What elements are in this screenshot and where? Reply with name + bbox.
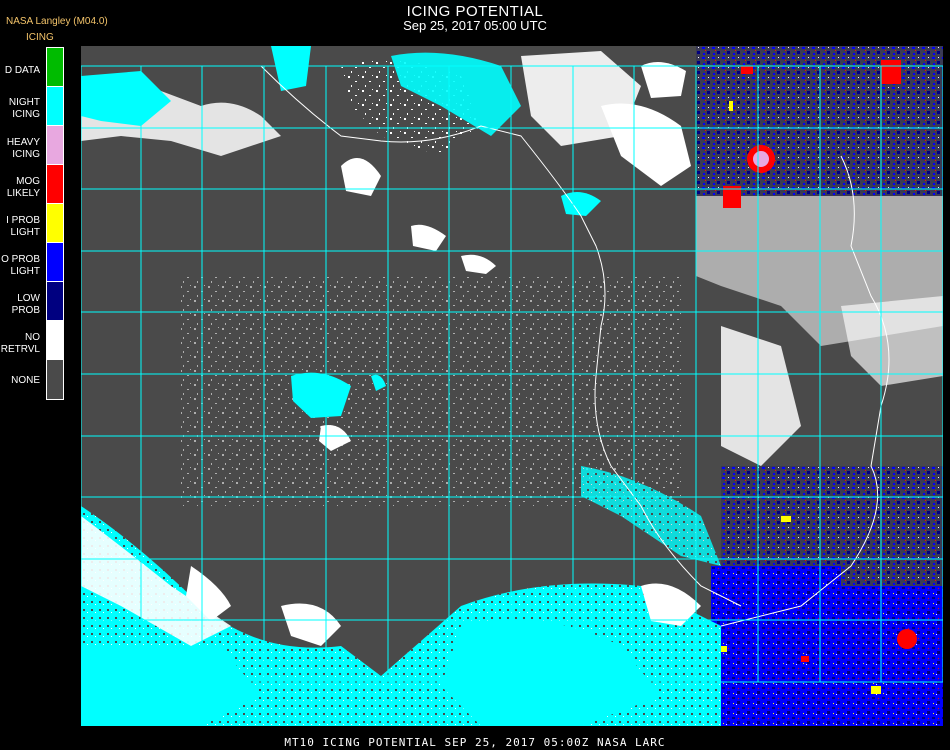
legend-label-none: NONE	[11, 375, 40, 386]
legend-swatch-no-data	[46, 47, 64, 87]
legend-swatch-no-retrieval	[46, 320, 64, 360]
legend-swatch-low-prob	[46, 281, 64, 321]
footer-caption: MT10 ICING POTENTIAL SEP 25, 2017 05:00Z…	[284, 736, 666, 749]
icing-map-svg	[80, 46, 944, 726]
source-label: NASA Langley (M04.0)	[6, 16, 108, 27]
legend-swatch-mog-likely	[46, 164, 64, 204]
legend-label-no-data: D DATA	[4, 65, 40, 76]
legend-label-night-icing: NIGHT ICING	[8, 97, 40, 120]
legend-swatch-o-prob-light	[46, 242, 64, 282]
legend-label-i-prob-light: I PROB LIGHT	[6, 215, 40, 238]
header-subtitle: Sep 25, 2017 05:00 UTC	[403, 18, 547, 33]
icing-map[interactable]	[80, 46, 944, 726]
legend-swatch-heavy-icing	[46, 125, 64, 165]
product-label: ICING	[26, 32, 54, 43]
legend-color-bar	[46, 47, 64, 400]
legend-swatch-none	[46, 359, 64, 400]
legend-label-o-prob-light: O PROB LIGHT	[1, 254, 40, 277]
legend-label-heavy-icing: HEAVY ICING	[6, 137, 40, 160]
legend-label-no-retrieval: NO RETRVL	[0, 332, 40, 355]
legend-label-low-prob: LOW PROB	[11, 293, 40, 316]
legend-label-mog-likely: MOG LIKELY	[6, 176, 40, 199]
legend-swatch-night-icing	[46, 86, 64, 126]
legend-swatch-i-prob-light	[46, 203, 64, 243]
